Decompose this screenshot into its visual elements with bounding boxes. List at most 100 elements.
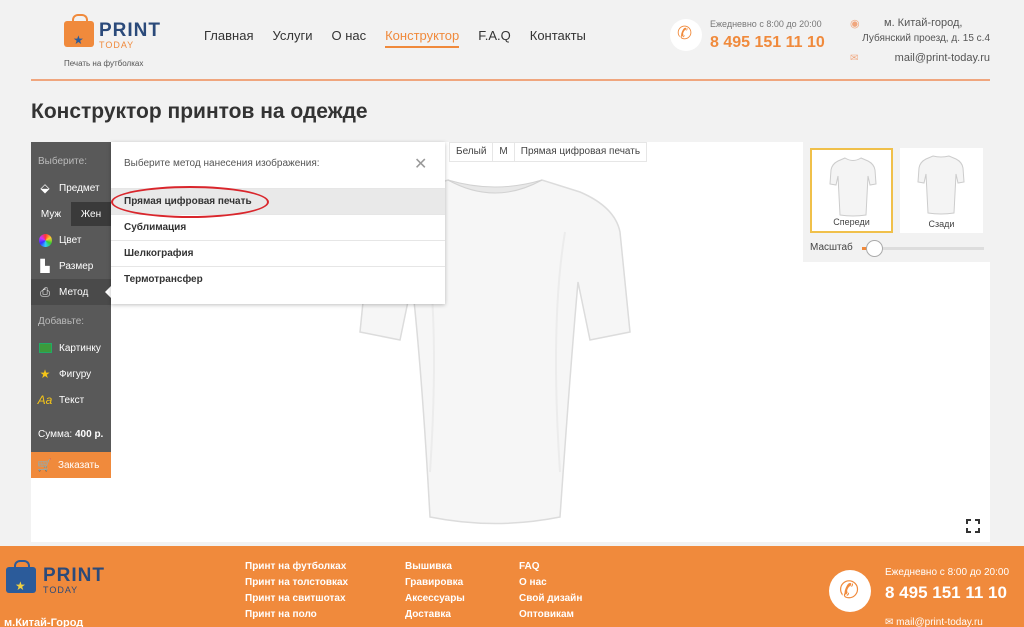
footer-hours: Ежедневно с 8:00 до 20:00 (885, 567, 1010, 578)
sidebar-item-label: Предмет (59, 182, 100, 194)
nav-services[interactable]: Услуги (272, 28, 312, 48)
footer-email[interactable]: ✉ mail@print-today.ru (885, 617, 983, 627)
info-size: M (493, 143, 515, 161)
sidebar-item-shape[interactable]: ★ Фигуру (31, 361, 111, 387)
footer-link[interactable]: О нас (519, 577, 582, 593)
method-option-sublimation[interactable]: Сублимация (111, 214, 445, 240)
shopping-bag-icon: ★ (64, 14, 94, 47)
footer-link[interactable]: Вышивка (405, 561, 465, 577)
footer-link[interactable]: Аксессуары (405, 593, 465, 609)
dropdown-title: Выберите метод нанесения изображения: (124, 158, 320, 169)
method-option-silkscreen[interactable]: Шелкография (111, 240, 445, 266)
gender-toggle: Муж Жен (31, 202, 111, 226)
sidebar-item-label: Текст (59, 394, 85, 406)
nav-constructor[interactable]: Конструктор (385, 28, 460, 48)
footer-col-info: FAQ О нас Свой дизайн Оптовикам (519, 561, 582, 625)
gender-male-button[interactable]: Муж (31, 202, 71, 226)
footer-link[interactable]: Оптовикам (519, 609, 582, 625)
footer-metro: м.Китай-Город (4, 617, 84, 627)
constructor-sidebar: Выберите: ⬙ Предмет Муж Жен Цвет ▙ Разме… (31, 142, 111, 478)
footer-col-products: Принт на футболках Принт на толстовках П… (245, 561, 348, 625)
order-sum: Сумма: 400 р. (38, 429, 103, 440)
sidebar-item-method[interactable]: ⎙ Метод (31, 279, 111, 305)
view-front[interactable]: Спереди (810, 148, 893, 233)
selection-info-bar: Белый M Прямая цифровая печать (449, 142, 648, 162)
choose-label: Выберите: (38, 156, 87, 167)
nav-contacts[interactable]: Контакты (530, 28, 586, 48)
sidebar-item-picture[interactable]: Картинку (31, 335, 111, 361)
gender-female-button[interactable]: Жен (71, 202, 111, 226)
sidebar-item-label: Метод (59, 286, 89, 298)
footer-link[interactable]: Гравировка (405, 577, 465, 593)
highlight-circle (111, 186, 269, 218)
back-thumbnail (917, 155, 965, 215)
printer-icon: ⎙ (40, 284, 50, 299)
order-button-label: Заказать (57, 459, 100, 471)
add-label: Добавьте: (38, 316, 85, 327)
site-logo[interactable]: ★ PRINT TODAY Печать на футболках (62, 14, 172, 71)
sidebar-item-size[interactable]: ▙ Размер (31, 253, 111, 279)
view-back[interactable]: Сзади (900, 148, 983, 233)
header-phone[interactable]: 8 495 151 11 10 (710, 34, 825, 52)
sidebar-item-label: Фигуру (59, 368, 92, 380)
view-front-label: Спереди (833, 217, 870, 227)
footer-logo-print: PRINT (43, 565, 105, 586)
footer-link[interactable]: Принт на толстовках (245, 577, 348, 593)
sidebar-item-color[interactable]: Цвет (31, 227, 111, 253)
sidebar-item-label: Картинку (59, 342, 101, 354)
footer-phone[interactable]: 8 495 151 11 10 (885, 583, 1007, 603)
nav-about[interactable]: О нас (331, 28, 366, 48)
nav-home[interactable]: Главная (204, 28, 253, 48)
info-color: Белый (450, 143, 494, 161)
cart-icon: 🛒 (37, 458, 52, 472)
logo-print-text: PRINT (99, 20, 161, 41)
page-title: Конструктор принтов на одежде (31, 100, 368, 123)
shirt-icon: ⬙ (40, 181, 50, 195)
footer-link[interactable]: Свой дизайн (519, 593, 582, 609)
picture-icon (38, 341, 52, 355)
nav-faq[interactable]: F.A.Q (478, 28, 511, 48)
view-back-label: Сзади (928, 219, 955, 229)
working-hours: Ежедневно с 8:00 до 20:00 (710, 19, 822, 29)
footer-col-services: Вышивка Гравировка Аксессуары Доставка (405, 561, 465, 625)
sum-label: Сумма: (38, 429, 73, 440)
scale-label: Масштаб (810, 242, 853, 253)
phone-icon: ✆ (829, 570, 871, 612)
sidebar-item-text[interactable]: Aa Текст (31, 387, 111, 413)
address-line2: Лубянский проезд, д. 15 с.4 (862, 33, 990, 44)
location-pin-icon: ◉ (850, 18, 860, 30)
sidebar-item-label: Размер (59, 260, 94, 272)
footer-link[interactable]: Принт на свитшотах (245, 593, 348, 609)
header-divider (31, 79, 990, 81)
star-icon: ★ (39, 367, 51, 381)
sum-value: 400 р. (74, 429, 104, 440)
info-method: Прямая цифровая печать (520, 146, 641, 157)
footer-email-text: mail@print-today.ru (896, 617, 983, 627)
address-line1: м. Китай-город, (884, 17, 963, 29)
text-icon: Aa (37, 393, 53, 407)
front-thumbnail (829, 157, 877, 217)
sidebar-item-label: Цвет (59, 234, 82, 246)
method-option-thermotransfer[interactable]: Термотрансфер (111, 266, 445, 292)
sidebar-item-subject[interactable]: ⬙ Предмет (31, 175, 111, 201)
footer-logo[interactable]: ★ PRINT TODAY (6, 560, 116, 604)
footer-link[interactable]: FAQ (519, 561, 582, 577)
ruler-icon: ▙ (40, 259, 50, 273)
color-wheel-icon (38, 233, 52, 247)
logo-today-text: TODAY (99, 40, 135, 50)
logo-subtitle: Печать на футболках (64, 59, 144, 68)
site-footer: ★ PRINT TODAY м.Китай-Город Принт на фут… (0, 546, 1024, 627)
main-nav: Главная Услуги О нас Конструктор F.A.Q К… (204, 28, 605, 48)
footer-link[interactable]: Доставка (405, 609, 465, 625)
footer-logo-today: TODAY (43, 585, 79, 595)
site-header: ★ PRINT TODAY Печать на футболках Главна… (0, 0, 1024, 82)
scale-slider-handle[interactable] (866, 240, 883, 257)
phone-icon: ✆ (670, 19, 702, 51)
close-icon[interactable]: ✕ (414, 154, 427, 174)
header-email[interactable]: mail@print-today.ru (850, 52, 990, 64)
footer-link[interactable]: Принт на футболках (245, 561, 348, 577)
order-button[interactable]: 🛒 Заказать (31, 452, 111, 478)
fullscreen-icon[interactable] (966, 519, 980, 533)
footer-link[interactable]: Принт на поло (245, 609, 348, 625)
shopping-bag-icon: ★ (6, 560, 36, 593)
